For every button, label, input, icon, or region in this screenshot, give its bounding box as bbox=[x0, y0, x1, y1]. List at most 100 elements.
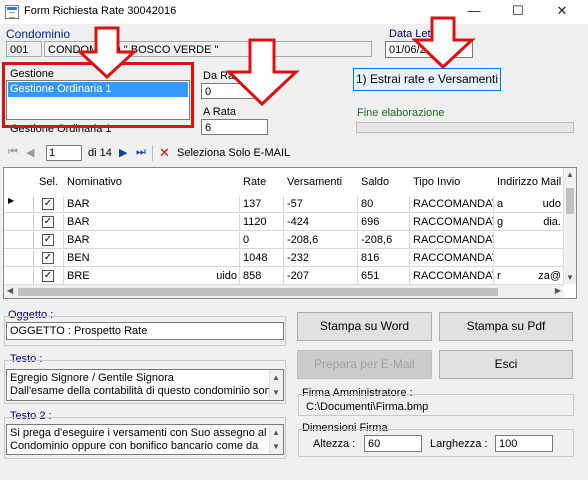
cell-mail[interactable] bbox=[494, 232, 564, 249]
cell-rate[interactable]: 1048 bbox=[240, 250, 284, 267]
row-select-checkbox[interactable]: ✓ bbox=[42, 198, 54, 210]
cell-tipo-invio[interactable]: RACCOMANDATA bbox=[410, 250, 494, 267]
column-header-nominativo[interactable]: Nominativo bbox=[64, 168, 240, 196]
cell-versamenti-text: -232 bbox=[287, 252, 310, 264]
row-header[interactable] bbox=[4, 232, 34, 249]
row-select-checkbox[interactable]: ✓ bbox=[42, 252, 54, 264]
altezza-field[interactable]: 60 bbox=[364, 435, 422, 452]
cell-nominativo[interactable]: BAR bbox=[64, 232, 240, 249]
scroll-up-icon[interactable]: ▲ bbox=[272, 371, 280, 384]
filter-email-label[interactable]: Seleziona Solo E-MAIL bbox=[177, 147, 290, 159]
oggetto-field[interactable]: OGGETTO : Prospetto Rate bbox=[6, 322, 284, 340]
annotation-arrow-down-icon bbox=[76, 26, 138, 80]
scroll-left-icon[interactable]: ◀ bbox=[7, 286, 13, 295]
record-position-field[interactable]: 1 bbox=[46, 145, 82, 161]
cell-mail[interactable]: r za@ bbox=[494, 268, 564, 285]
row-header[interactable] bbox=[4, 268, 34, 285]
condominio-code-field: 001 bbox=[6, 41, 42, 57]
estrai-rate-button[interactable]: 1) Estrai rate e Versamenti bbox=[353, 68, 501, 91]
column-header-indirizzo-mail[interactable]: Indirizzo Mail 1 bbox=[494, 168, 570, 196]
cell-rate[interactable]: 0 bbox=[240, 232, 284, 249]
cell-tipo-invio[interactable]: RACCOMANDATA bbox=[410, 196, 494, 213]
stampa-pdf-button[interactable]: Stampa su Pdf bbox=[439, 312, 573, 341]
row-select-checkbox[interactable]: ✓ bbox=[42, 216, 54, 228]
cell-rate-text: 1048 bbox=[243, 252, 268, 264]
scroll-thumb[interactable] bbox=[566, 188, 574, 214]
cell-versamenti[interactable]: -57 bbox=[284, 196, 358, 213]
column-header-versamenti[interactable]: Versamenti bbox=[284, 168, 358, 196]
cell-saldo[interactable]: 651 bbox=[358, 268, 410, 285]
cell-tipo-invio-text: RACCOMANDATA bbox=[413, 198, 493, 210]
column-header-sel[interactable]: Sel. bbox=[36, 168, 62, 196]
cell-nominativo[interactable]: BAR bbox=[64, 196, 240, 213]
row-select-checkbox[interactable]: ✓ bbox=[42, 270, 54, 282]
row-select-checkbox[interactable]: ✓ bbox=[42, 234, 54, 246]
cell-tipo-invio[interactable]: RACCOMANDATA bbox=[410, 214, 494, 231]
row-header[interactable]: ▶ bbox=[4, 196, 34, 213]
cell-nominativo[interactable]: BAR bbox=[64, 214, 240, 231]
cell-saldo-text: 80 bbox=[361, 198, 374, 210]
maximize-button[interactable]: ☐ bbox=[496, 0, 540, 24]
column-header-rate[interactable]: Rate bbox=[240, 168, 284, 196]
status-text: Fine elaborazione bbox=[357, 107, 445, 119]
rate-data-grid[interactable]: Sel. Nominativo Rate Versamenti Saldo Ti… bbox=[3, 167, 577, 299]
prev-record-icon[interactable]: ◀ bbox=[26, 146, 34, 159]
testo-line2: Dall'esame della contabilità di questo c… bbox=[10, 385, 277, 400]
testo2-scrollbar[interactable]: ▲ ▼ bbox=[269, 425, 283, 454]
scroll-down-icon[interactable]: ▼ bbox=[272, 386, 280, 399]
cell-nominativo[interactable]: BRE uido bbox=[64, 268, 240, 285]
cell-tipo-invio[interactable]: RACCOMANDATA bbox=[410, 232, 494, 249]
a-rata-field[interactable]: 6 bbox=[201, 119, 268, 135]
cell-tipo-invio-text: RACCOMANDATA bbox=[413, 252, 493, 264]
cell-saldo[interactable]: -208,6 bbox=[358, 232, 410, 249]
row-header[interactable] bbox=[4, 250, 34, 267]
first-record-icon[interactable]: ⏮ bbox=[8, 146, 18, 159]
cell-saldo[interactable]: 696 bbox=[358, 214, 410, 231]
next-record-icon[interactable]: ▶ bbox=[119, 146, 127, 159]
cell-sel: ✓ bbox=[34, 268, 64, 285]
cell-saldo[interactable]: 80 bbox=[358, 196, 410, 213]
column-header-tipo-invio[interactable]: Tipo Invio bbox=[410, 168, 494, 196]
cell-versamenti[interactable]: -207 bbox=[284, 268, 358, 285]
testo-textarea[interactable]: Egregio Signore / Gentile Signora Dall'e… bbox=[6, 369, 284, 401]
esci-button[interactable]: Esci bbox=[439, 350, 573, 379]
cell-versamenti[interactable]: -208,6 bbox=[284, 232, 358, 249]
column-header-saldo[interactable]: Saldo bbox=[358, 168, 410, 196]
cell-rate[interactable]: 858 bbox=[240, 268, 284, 285]
scroll-up-icon[interactable]: ▲ bbox=[272, 426, 280, 439]
cell-rate-text: 137 bbox=[243, 198, 262, 210]
testo-line1: Egregio Signore / Gentile Signora bbox=[10, 372, 174, 384]
navigator-toolbar: ⏮ ◀ 1 di 14 ▶ ⏭ ✕ Seleziona Solo E-MAIL bbox=[0, 143, 588, 165]
cell-sel: ✓ bbox=[34, 232, 64, 249]
scroll-up-icon[interactable]: ▲ bbox=[566, 170, 574, 179]
row-header[interactable] bbox=[4, 214, 34, 231]
cell-mail[interactable]: g dia. bbox=[494, 214, 564, 231]
cell-versamenti[interactable]: -424 bbox=[284, 214, 358, 231]
grid-horizontal-scrollbar[interactable]: ◀ ▶ bbox=[4, 284, 564, 298]
cell-tipo-invio[interactable]: RACCOMANDATA bbox=[410, 268, 494, 285]
cell-rate[interactable]: 137 bbox=[240, 196, 284, 213]
grid-vertical-scrollbar[interactable]: ▲ ▼ bbox=[563, 168, 576, 284]
larghezza-field[interactable]: 100 bbox=[495, 435, 553, 452]
cell-tipo-invio-text: RACCOMANDATA bbox=[413, 270, 493, 282]
testo2-textarea[interactable]: Si prega d'eseguire i versamenti con Suo… bbox=[6, 424, 284, 455]
testo2-line1: Si prega d'eseguire i versamenti con Suo… bbox=[10, 427, 267, 439]
close-button[interactable]: ✕ bbox=[540, 0, 584, 24]
cell-rate[interactable]: 1120 bbox=[240, 214, 284, 231]
cell-mail[interactable]: a udo bbox=[494, 196, 564, 213]
cell-saldo[interactable]: 816 bbox=[358, 250, 410, 267]
stampa-word-button[interactable]: Stampa su Word bbox=[297, 312, 432, 341]
cell-nominativo[interactable]: BEN bbox=[64, 250, 240, 267]
testo2-line2: Condominio oppure con bonifico bancario … bbox=[10, 440, 259, 452]
condominio-label: Condominio bbox=[6, 27, 71, 41]
scroll-right-icon[interactable]: ▶ bbox=[555, 286, 561, 295]
delete-x-icon[interactable]: ✕ bbox=[159, 145, 170, 161]
cell-mail[interactable] bbox=[494, 250, 564, 267]
scroll-down-icon[interactable]: ▼ bbox=[272, 440, 280, 453]
testo-scrollbar[interactable]: ▲ ▼ bbox=[269, 370, 283, 400]
scroll-down-icon[interactable]: ▼ bbox=[566, 273, 574, 282]
prepara-email-button[interactable]: Prepara per E-Mail bbox=[297, 350, 432, 379]
scroll-h-thumb[interactable] bbox=[18, 288, 498, 296]
last-record-icon[interactable]: ⏭ bbox=[136, 146, 146, 159]
cell-versamenti[interactable]: -232 bbox=[284, 250, 358, 267]
